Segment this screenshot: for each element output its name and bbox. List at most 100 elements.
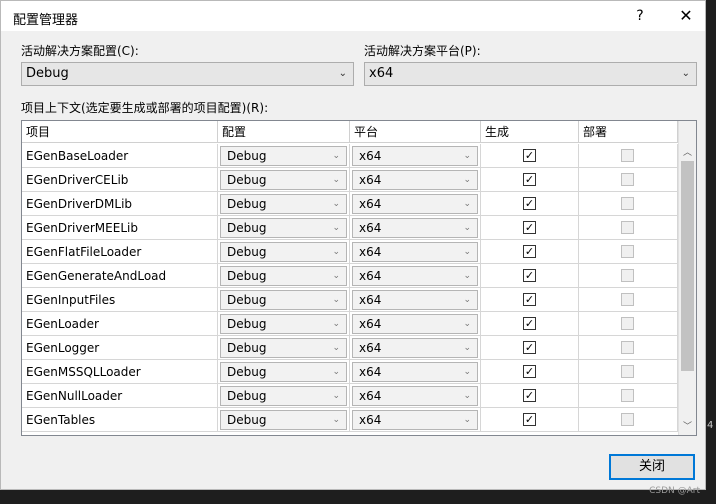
project-config-dropdown[interactable]: Debug ⌄: [220, 146, 347, 166]
project-platform-dropdown[interactable]: x64 ⌄: [352, 338, 478, 358]
build-checkbox[interactable]: ✓: [523, 197, 536, 210]
project-platform-dropdown[interactable]: x64 ⌄: [352, 362, 478, 382]
active-config-label: 活动解决方案配置(C):: [21, 44, 139, 58]
project-name-cell[interactable]: EGenFlatFileLoader: [22, 240, 218, 264]
scrollbar-thumb[interactable]: [681, 161, 694, 371]
project-config-dropdown[interactable]: Debug ⌄: [220, 170, 347, 190]
build-checkbox[interactable]: ✓: [523, 389, 536, 402]
project-name-cell[interactable]: EGenMSSQLLoader: [22, 360, 218, 384]
active-platform-dropdown[interactable]: x64 ⌄: [364, 62, 697, 86]
column-header-config[interactable]: 配置: [218, 121, 350, 143]
project-config-cell: Debug ⌄: [218, 384, 350, 408]
project-config-cell: Debug ⌄: [218, 336, 350, 360]
deploy-cell: [579, 144, 678, 168]
project-config-dropdown[interactable]: Debug ⌄: [220, 194, 347, 214]
column-header-project[interactable]: 项目: [22, 121, 218, 143]
deploy-checkbox-disabled: [621, 341, 634, 354]
project-config-dropdown[interactable]: Debug ⌄: [220, 218, 347, 238]
project-name-cell[interactable]: EGenDriverMEELib: [22, 216, 218, 240]
project-config-dropdown[interactable]: Debug ⌄: [220, 362, 347, 382]
project-platform-dropdown[interactable]: x64 ⌄: [352, 266, 478, 286]
build-checkbox[interactable]: ✓: [523, 149, 536, 162]
build-checkbox[interactable]: ✓: [523, 365, 536, 378]
chevron-down-icon: ⌄: [681, 68, 690, 79]
project-name-cell[interactable]: EGenGenerateAndLoad: [22, 264, 218, 288]
checkmark-icon: ✓: [524, 413, 535, 426]
project-name-cell[interactable]: EGenNullLoader: [22, 384, 218, 408]
backdrop-digit: 4: [707, 420, 714, 431]
build-checkbox[interactable]: ✓: [523, 341, 536, 354]
project-config-cell: Debug ⌄: [218, 144, 350, 168]
project-name-cell[interactable]: EGenLoader: [22, 312, 218, 336]
scroll-down-arrow-icon[interactable]: ﹀: [679, 419, 696, 433]
chevron-down-icon: ⌄: [332, 175, 340, 185]
checkmark-icon: ✓: [524, 365, 535, 378]
project-name-cell[interactable]: EGenTables: [22, 408, 218, 432]
build-checkbox[interactable]: ✓: [523, 245, 536, 258]
project-platform-dropdown[interactable]: x64 ⌄: [352, 290, 478, 310]
project-name-cell[interactable]: EGenBaseLoader: [22, 144, 218, 168]
checkmark-icon: ✓: [524, 389, 535, 402]
deploy-checkbox-disabled: [621, 197, 634, 210]
project-platform-value: x64: [359, 269, 382, 283]
build-checkbox[interactable]: ✓: [523, 173, 536, 186]
project-platform-dropdown[interactable]: x64 ⌄: [352, 242, 478, 262]
column-header-deploy[interactable]: 部署: [579, 121, 678, 143]
project-config-dropdown[interactable]: Debug ⌄: [220, 314, 347, 334]
build-checkbox[interactable]: ✓: [523, 269, 536, 282]
vertical-scrollbar[interactable]: ︿ ﹀: [678, 121, 696, 435]
project-config-dropdown[interactable]: Debug ⌄: [220, 266, 347, 286]
chevron-down-icon: ⌄: [338, 68, 347, 79]
deploy-checkbox-disabled: [621, 269, 634, 282]
build-cell: ✓: [481, 264, 579, 288]
project-platform-dropdown[interactable]: x64 ⌄: [352, 194, 478, 214]
help-button[interactable]: ?: [625, 1, 655, 31]
table-row: EGenDriverMEELib Debug ⌄ x64 ⌄ ✓: [22, 216, 678, 240]
chevron-down-icon: ⌄: [332, 367, 340, 377]
project-platform-dropdown[interactable]: x64 ⌄: [352, 410, 478, 430]
project-platform-dropdown[interactable]: x64 ⌄: [352, 314, 478, 334]
chevron-down-icon: ⌄: [332, 247, 340, 257]
project-name-cell[interactable]: EGenDriverDMLib: [22, 192, 218, 216]
chevron-down-icon: ⌄: [463, 247, 471, 257]
column-header-build[interactable]: 生成: [481, 121, 579, 143]
project-platform-cell: x64 ⌄: [350, 144, 481, 168]
column-header-platform[interactable]: 平台: [350, 121, 481, 143]
deploy-checkbox-disabled: [621, 317, 634, 330]
project-platform-dropdown[interactable]: x64 ⌄: [352, 386, 478, 406]
project-config-value: Debug: [227, 293, 267, 307]
close-x-button[interactable]: ✕: [669, 1, 703, 31]
project-config-cell: Debug ⌄: [218, 192, 350, 216]
build-checkbox[interactable]: ✓: [523, 293, 536, 306]
build-cell: ✓: [481, 336, 579, 360]
project-platform-value: x64: [359, 245, 382, 259]
project-platform-value: x64: [359, 317, 382, 331]
project-config-dropdown[interactable]: Debug ⌄: [220, 410, 347, 430]
project-platform-value: x64: [359, 293, 382, 307]
project-platform-dropdown[interactable]: x64 ⌄: [352, 218, 478, 238]
project-platform-dropdown[interactable]: x64 ⌄: [352, 146, 478, 166]
chevron-down-icon: ⌄: [463, 199, 471, 209]
project-name-cell[interactable]: EGenInputFiles: [22, 288, 218, 312]
deploy-checkbox-disabled: [621, 293, 634, 306]
project-config-cell: Debug ⌄: [218, 408, 350, 432]
build-checkbox[interactable]: ✓: [523, 221, 536, 234]
project-config-dropdown[interactable]: Debug ⌄: [220, 386, 347, 406]
project-config-dropdown[interactable]: Debug ⌄: [220, 242, 347, 262]
chevron-down-icon: ⌄: [463, 295, 471, 305]
close-button[interactable]: 关闭: [609, 454, 695, 480]
table-row: EGenInputFiles Debug ⌄ x64 ⌄ ✓: [22, 288, 678, 312]
project-config-dropdown[interactable]: Debug ⌄: [220, 290, 347, 310]
build-checkbox[interactable]: ✓: [523, 317, 536, 330]
active-config-dropdown[interactable]: Debug ⌄: [21, 62, 354, 86]
project-platform-cell: x64 ⌄: [350, 336, 481, 360]
scroll-up-arrow-icon[interactable]: ︿: [679, 145, 696, 159]
project-name-cell[interactable]: EGenLogger: [22, 336, 218, 360]
build-checkbox[interactable]: ✓: [523, 413, 536, 426]
chevron-down-icon: ⌄: [332, 271, 340, 281]
project-name-cell[interactable]: EGenDriverCELib: [22, 168, 218, 192]
project-platform-dropdown[interactable]: x64 ⌄: [352, 170, 478, 190]
build-cell: ✓: [481, 168, 579, 192]
project-config-dropdown[interactable]: Debug ⌄: [220, 338, 347, 358]
table-row: EGenLoader Debug ⌄ x64 ⌄ ✓: [22, 312, 678, 336]
